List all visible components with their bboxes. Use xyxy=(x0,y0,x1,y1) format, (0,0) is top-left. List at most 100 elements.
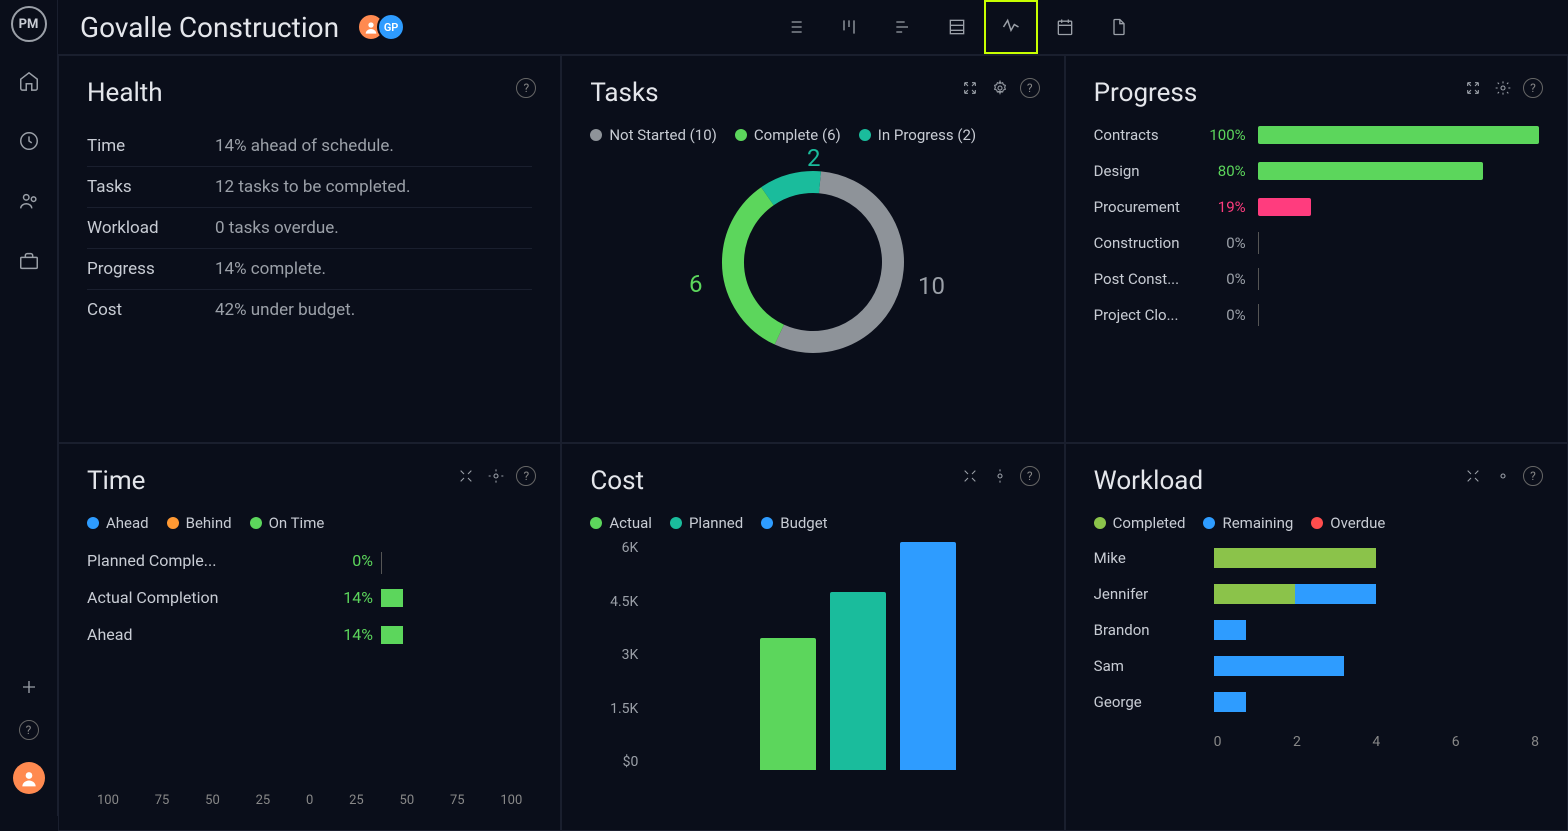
plus-icon[interactable] xyxy=(18,676,40,698)
dashboard-icon[interactable] xyxy=(984,0,1038,54)
view-switcher xyxy=(768,0,1146,54)
progress-label: Contracts xyxy=(1094,126,1192,144)
topbar: Govalle Construction GP xyxy=(58,0,1568,55)
member-avatars: GP xyxy=(357,13,405,41)
member-avatar-gp[interactable]: GP xyxy=(377,13,405,41)
workload-row: George xyxy=(1094,684,1539,720)
card-cost: ? Cost ActualPlannedBudget 6K4.5K3K1.5K$… xyxy=(561,443,1064,831)
legend-dot xyxy=(1094,517,1106,529)
workload-label: Brandon xyxy=(1094,621,1214,639)
progress-label: Design xyxy=(1094,162,1192,180)
expand-icon[interactable] xyxy=(1463,466,1483,486)
help-icon[interactable]: ? xyxy=(19,720,39,740)
gantt-icon[interactable] xyxy=(876,0,930,54)
time-bar xyxy=(381,626,407,644)
legend-dot xyxy=(250,517,262,529)
expand-icon[interactable] xyxy=(960,466,980,486)
progress-row: Design80% xyxy=(1094,162,1539,180)
clock-icon[interactable] xyxy=(18,130,40,152)
legend-dot xyxy=(590,129,602,141)
calendar-icon[interactable] xyxy=(1038,0,1092,54)
progress-row: Construction0% xyxy=(1094,234,1539,252)
user-avatar[interactable] xyxy=(13,762,45,794)
file-icon[interactable] xyxy=(1092,0,1146,54)
workload-label: Sam xyxy=(1094,657,1214,675)
expand-icon[interactable] xyxy=(456,466,476,486)
tasks-legend: Not Started (10)Complete (6)In Progress … xyxy=(590,126,1035,144)
health-row: Tasks12 tasks to be completed. xyxy=(87,167,532,208)
workload-track xyxy=(1214,656,1539,676)
progress-row: Procurement19% xyxy=(1094,198,1539,216)
health-value: 14% complete. xyxy=(215,259,326,279)
workload-row: Mike xyxy=(1094,540,1539,576)
cost-bar xyxy=(900,542,956,770)
gear-icon[interactable] xyxy=(990,78,1010,98)
app-logo[interactable]: PM xyxy=(11,6,47,42)
card-health: ? Health Time14% ahead of schedule.Tasks… xyxy=(58,55,561,443)
help-icon[interactable]: ? xyxy=(516,78,536,98)
workload-rows: MikeJenniferBrandonSamGeorge xyxy=(1094,540,1539,720)
legend-dot xyxy=(167,517,179,529)
legend-item: Behind xyxy=(167,514,232,532)
legend-item: Not Started (10) xyxy=(590,126,717,144)
legend-item: Completed xyxy=(1094,514,1186,532)
help-icon[interactable]: ? xyxy=(1523,78,1543,98)
team-icon[interactable] xyxy=(18,190,40,212)
donut-label-inprogress: 2 xyxy=(807,144,821,172)
help-icon[interactable]: ? xyxy=(1020,78,1040,98)
gear-icon[interactable] xyxy=(486,466,506,486)
dashboard-grid: ? Health Time14% ahead of schedule.Tasks… xyxy=(58,55,1568,831)
cost-bar xyxy=(760,638,816,770)
gear-icon[interactable] xyxy=(1493,78,1513,98)
workload-seg xyxy=(1214,584,1295,604)
board-icon[interactable] xyxy=(822,0,876,54)
legend-item: Remaining xyxy=(1203,514,1293,532)
help-icon[interactable]: ? xyxy=(516,466,536,486)
legend-dot xyxy=(87,517,99,529)
progress-row: Project Clo...0% xyxy=(1094,306,1539,324)
home-icon[interactable] xyxy=(18,70,40,92)
workload-row: Brandon xyxy=(1094,612,1539,648)
legend-dot xyxy=(761,517,773,529)
help-icon[interactable]: ? xyxy=(1020,466,1040,486)
progress-label: Procurement xyxy=(1094,198,1192,216)
donut-label-complete: 6 xyxy=(689,270,703,298)
progress-track xyxy=(1258,126,1539,144)
workload-label: Mike xyxy=(1094,549,1214,567)
gear-icon[interactable] xyxy=(1493,466,1513,486)
legend-item: Overdue xyxy=(1311,514,1385,532)
time-label: Planned Comple... xyxy=(87,551,323,570)
workload-track xyxy=(1214,584,1539,604)
workload-seg xyxy=(1214,548,1377,568)
progress-pct: 100% xyxy=(1204,126,1246,144)
time-xaxis: 1007550250255075100 xyxy=(87,793,532,808)
legend-dot xyxy=(859,129,871,141)
time-row: Planned Comple...0% xyxy=(87,542,407,579)
briefcase-icon[interactable] xyxy=(18,250,40,272)
workload-track xyxy=(1214,692,1539,712)
project-title: Govalle Construction xyxy=(80,11,339,44)
workload-label: George xyxy=(1094,693,1214,711)
list-icon[interactable] xyxy=(768,0,822,54)
workload-seg xyxy=(1214,656,1344,676)
health-row: Progress14% complete. xyxy=(87,249,532,290)
expand-icon[interactable] xyxy=(1463,78,1483,98)
progress-row: Post Const...0% xyxy=(1094,270,1539,288)
time-bar xyxy=(381,589,407,607)
progress-track xyxy=(1258,198,1539,216)
help-icon[interactable]: ? xyxy=(1523,466,1543,486)
health-label: Workload xyxy=(87,218,215,238)
health-value: 42% under budget. xyxy=(215,300,355,320)
gear-icon[interactable] xyxy=(990,466,1010,486)
time-bar xyxy=(381,552,407,570)
sheet-icon[interactable] xyxy=(930,0,984,54)
sidebar-nav xyxy=(18,70,40,272)
progress-pct: 0% xyxy=(1204,270,1246,288)
card-time: ? Time AheadBehindOn Time Planned Comple… xyxy=(58,443,561,831)
expand-icon[interactable] xyxy=(960,78,980,98)
progress-track xyxy=(1258,234,1539,252)
progress-label: Construction xyxy=(1094,234,1192,252)
time-rows: Planned Comple...0%Actual Completion14%A… xyxy=(87,542,407,653)
progress-track xyxy=(1258,270,1539,288)
card-tasks: ? Tasks Not Started (10)Complete (6)In P… xyxy=(561,55,1064,443)
